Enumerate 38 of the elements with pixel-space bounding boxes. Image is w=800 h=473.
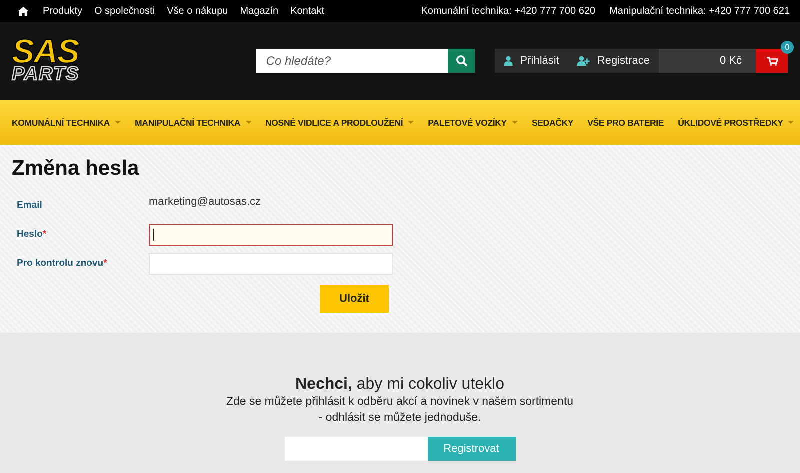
nav-menu-item[interactable]: SEDAČKY xyxy=(532,118,574,128)
nav-menu-item[interactable]: ÚKLIDOVÉ PROSTŘEDKY xyxy=(678,118,794,128)
top-nav-link[interactable]: Magazín xyxy=(240,6,279,16)
field-label: Email xyxy=(16,200,44,211)
home-icon[interactable] xyxy=(18,6,29,16)
page-title: Změna hesla xyxy=(12,157,140,181)
cart-count-badge: 0 xyxy=(781,41,794,54)
phone-contact: Komunální technika: +420 777 700 620 xyxy=(421,6,596,16)
field-label: Heslo* xyxy=(16,229,48,240)
search-field[interactable]: Co hledáte? xyxy=(256,49,448,73)
top-nav-link[interactable]: Kontakt xyxy=(290,6,325,16)
newsletter-heading: Nechci, aby mi cokoliv uteklo xyxy=(296,376,504,394)
logo[interactable]: SAS PARTS xyxy=(12,38,100,84)
top-nav-link[interactable]: O společnosti xyxy=(94,6,156,16)
login-button[interactable]: Přihlásit xyxy=(495,49,568,73)
phone-contact: Manipulační technika: +420 777 700 621 xyxy=(610,6,790,16)
newsletter-text: - odhlásit se můžete jednoduše. xyxy=(318,410,482,426)
email-input[interactable] xyxy=(284,437,428,461)
user-icon xyxy=(504,56,514,66)
nav-menu-item[interactable]: VŠE PRO BATERIE xyxy=(588,118,664,128)
user-plus-icon xyxy=(577,56,590,66)
top-nav-link[interactable]: Produkty xyxy=(43,6,82,16)
nav-menu-item[interactable]: KOMUNÁLNÍ TECHNIKA xyxy=(12,118,122,128)
field-label: Pro kontrolu znovu* xyxy=(16,258,108,269)
top-nav-link[interactable]: Vše o nákupu xyxy=(167,6,228,16)
nav-menu-item[interactable]: MANIPULAČNÍ TECHNIKA xyxy=(135,118,252,128)
nav-menu-item[interactable]: PALETOVÉ VOZÍKY xyxy=(428,118,518,128)
nav-menu-item[interactable]: NOSNÉ VIDLICE A PRODLOUŽENÍ xyxy=(266,118,414,128)
cart-total[interactable]: 0 Kč xyxy=(659,49,756,73)
password-field[interactable] xyxy=(149,224,393,246)
cart-button[interactable] xyxy=(756,49,788,73)
search-button[interactable] xyxy=(448,49,476,73)
search-icon xyxy=(456,55,468,67)
newsletter-text: Zde se můžete přihlásit k odběru akcí a novinek v našem sortimentu xyxy=(226,394,574,410)
cart-icon xyxy=(766,56,778,66)
register-button[interactable]: Registrace xyxy=(568,49,659,73)
save-button[interactable]: Uložit xyxy=(320,285,389,313)
field-value: marketing@autosas.cz xyxy=(149,196,262,208)
